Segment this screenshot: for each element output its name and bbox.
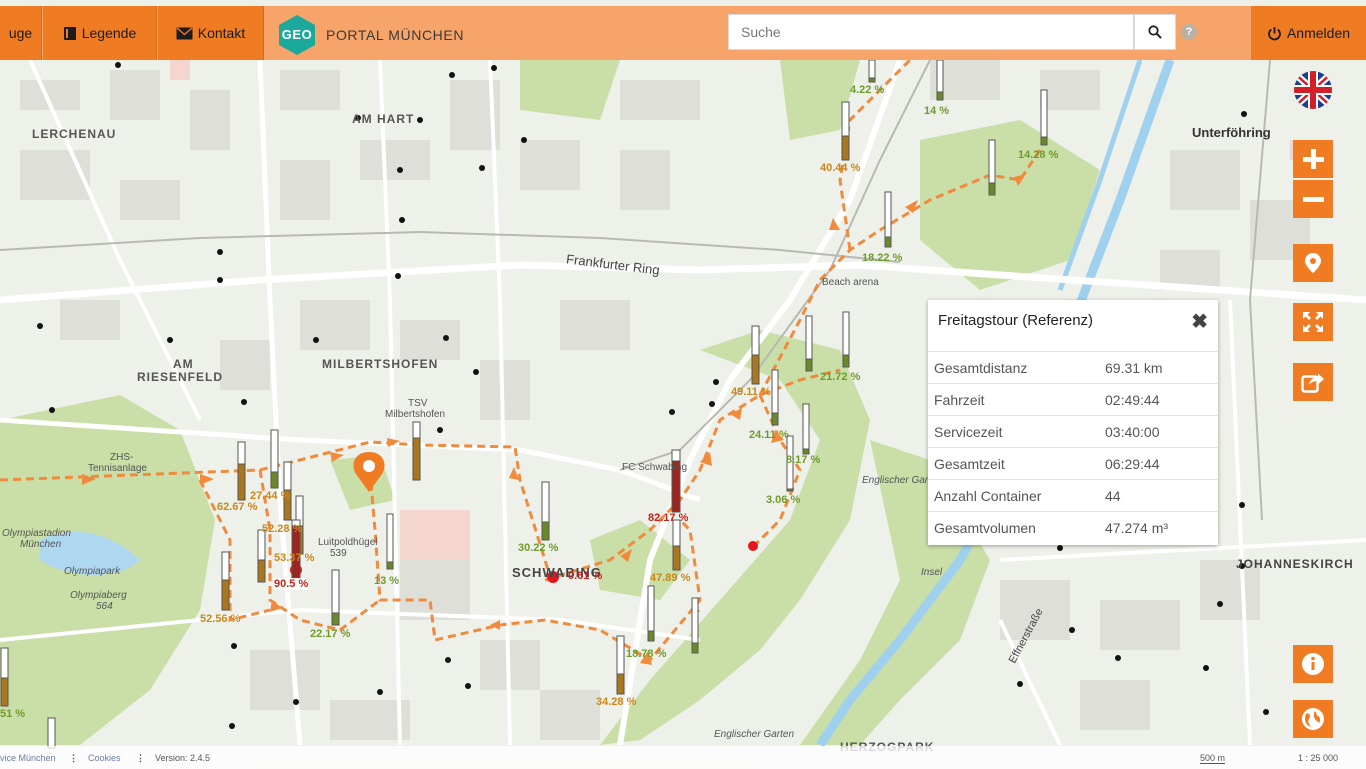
- stat-label: Gesamtzeit: [928, 447, 1105, 480]
- contact-button[interactable]: Kontakt: [158, 6, 264, 60]
- help-icon[interactable]: ?: [1181, 24, 1197, 40]
- stat-value: 47.274 m³: [1105, 511, 1218, 543]
- search-icon: [1148, 25, 1162, 39]
- imprint-link[interactable]: vice München: [0, 753, 56, 763]
- table-row: Anzahl Container 44: [928, 479, 1218, 512]
- fullscreen-button[interactable]: [1293, 303, 1333, 341]
- zoom-out-button[interactable]: [1293, 180, 1333, 218]
- map-marker-icon: [1305, 253, 1321, 273]
- footer-separator: ⋮: [69, 753, 78, 763]
- close-icon[interactable]: ✖: [1191, 309, 1208, 334]
- stat-value: 03:40:00: [1105, 415, 1218, 448]
- info-icon: [1302, 653, 1324, 675]
- book-icon: [63, 26, 76, 40]
- tour-info-popup: Freitagstour (Referenz) ✖ Gesamtdistanz 6…: [928, 300, 1218, 545]
- stat-value: 02:49:44: [1105, 383, 1218, 416]
- footer-separator: ⋮: [136, 753, 145, 763]
- brand-logo[interactable]: GEO PORTAL MÜNCHEN: [276, 13, 464, 57]
- locate-button[interactable]: [1293, 244, 1333, 282]
- search-input[interactable]: [728, 14, 1134, 50]
- search-button[interactable]: [1134, 14, 1176, 50]
- globe-icon: [1302, 708, 1324, 730]
- legend-button[interactable]: Legende: [43, 6, 157, 60]
- share-icon: [1301, 373, 1324, 393]
- stat-value: 44: [1105, 479, 1218, 512]
- brand-name: PORTAL MÜNCHEN: [326, 27, 465, 43]
- info-button[interactable]: [1293, 645, 1333, 683]
- stat-label: Gesamtvolumen: [928, 511, 1105, 543]
- table-row: Fahrzeit 02:49:44: [928, 383, 1218, 416]
- stat-label: Gesamtdistanz: [928, 351, 1105, 384]
- tools-label: uge: [8, 25, 33, 41]
- table-row: Gesamtvolumen 47.274 m³: [928, 511, 1218, 543]
- footer-bar: vice München ⋮ Cookies ⋮ Version: 2.4.5 …: [0, 746, 1366, 769]
- power-icon: [1268, 26, 1281, 40]
- cookies-link[interactable]: Cookies: [88, 753, 121, 763]
- zoom-in-button[interactable]: [1293, 140, 1333, 178]
- envelope-icon: [176, 26, 193, 39]
- stat-label: Anzahl Container: [928, 479, 1105, 512]
- language-flag-icon[interactable]: [1292, 71, 1334, 109]
- contact-label: Kontakt: [197, 25, 246, 41]
- brand-badge-text: GEO: [281, 27, 313, 42]
- login-button[interactable]: Anmelden: [1251, 6, 1366, 60]
- stat-label: Fahrzeit: [928, 383, 1105, 416]
- table-row: Servicezeit 03:40:00: [928, 415, 1218, 448]
- minus-icon: [1303, 197, 1324, 202]
- scale-bar: 500 m: [1200, 753, 1226, 764]
- table-row: Gesamtzeit 06:29:44: [928, 447, 1218, 480]
- version-text: Version: 2.4.5: [155, 753, 211, 763]
- expand-icon: [1303, 312, 1323, 332]
- stat-label: Servicezeit: [928, 415, 1105, 448]
- stat-value: 06:29:44: [1105, 447, 1218, 480]
- popup-title: Freitagstour (Referenz): [938, 312, 1094, 329]
- share-button[interactable]: [1293, 363, 1333, 401]
- table-row: Gesamtdistanz 69.31 km: [928, 351, 1218, 384]
- geo-hexagon-icon: GEO: [276, 14, 318, 56]
- tour-stats-table: Gesamtdistanz 69.31 km Fahrzeit 02:49:44 S…: [928, 351, 1218, 543]
- tools-button[interactable]: uge: [0, 6, 42, 60]
- login-label: Anmelden: [1286, 25, 1351, 41]
- legend-label: Legende: [81, 25, 137, 41]
- globe-button[interactable]: [1293, 700, 1333, 738]
- plus-icon: [1303, 149, 1324, 169]
- stat-value: 69.31 km: [1105, 351, 1218, 384]
- scale-ratio: 1 : 25 000: [1298, 753, 1339, 763]
